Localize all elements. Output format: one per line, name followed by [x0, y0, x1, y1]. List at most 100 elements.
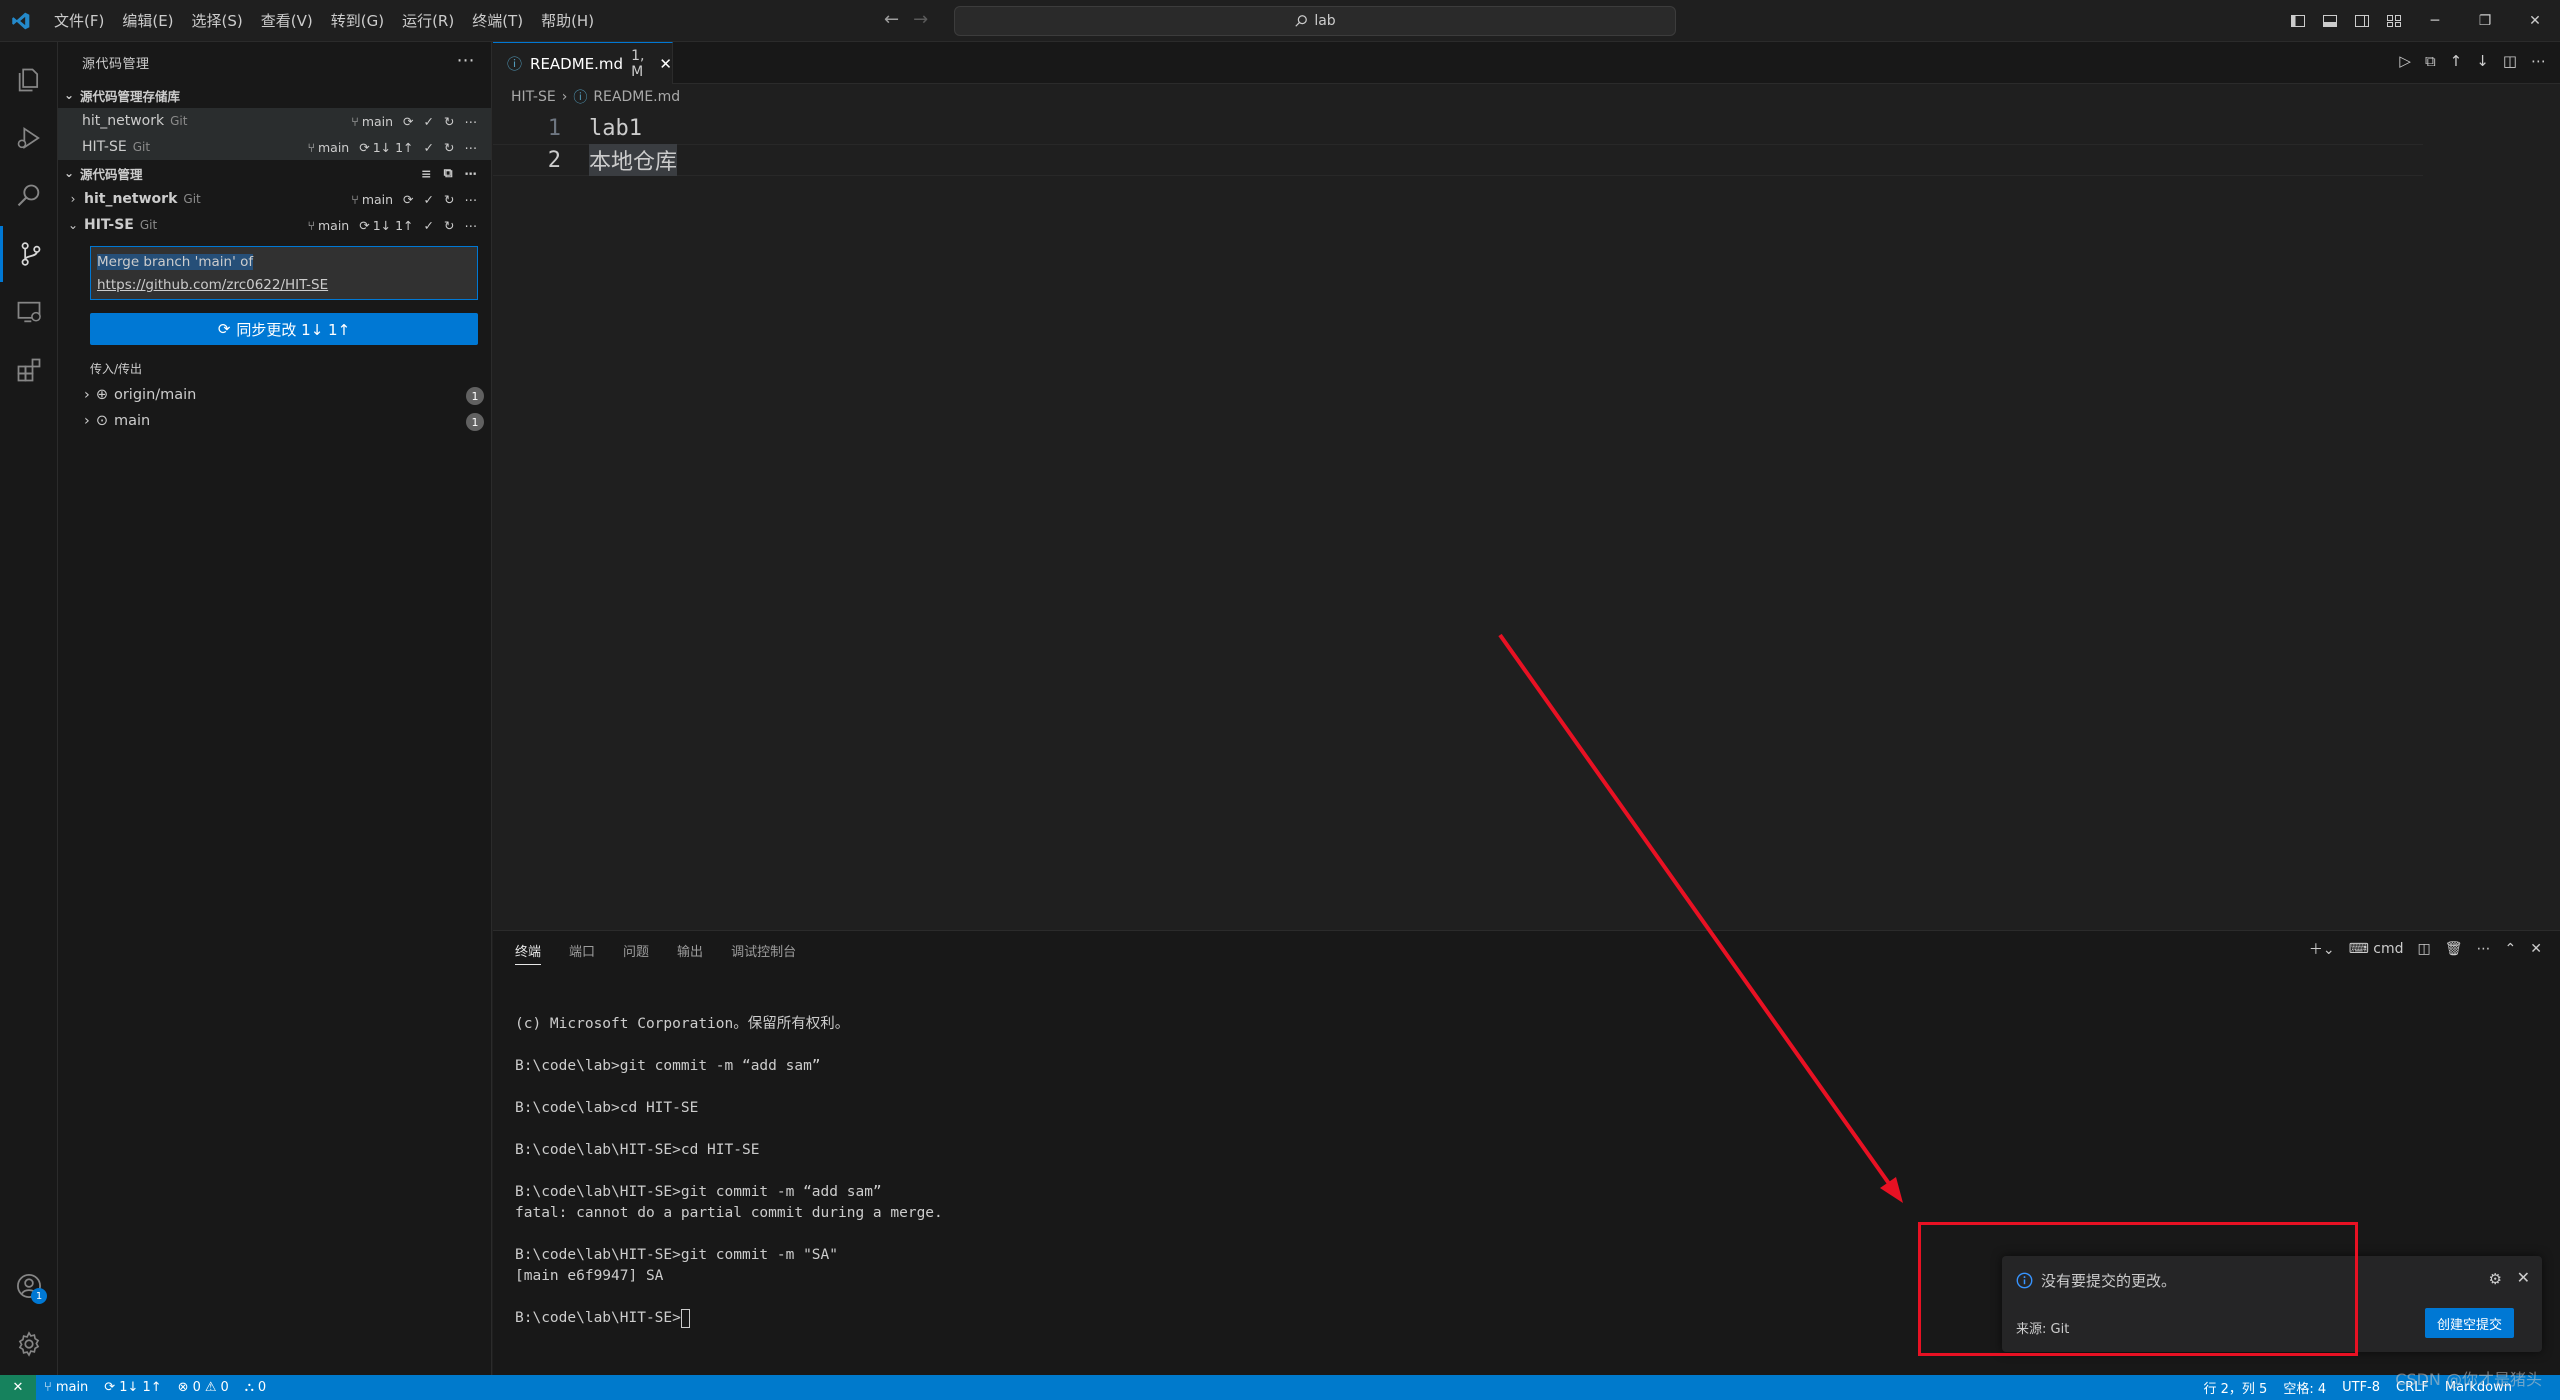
- restore-icon[interactable]: ❐: [2460, 0, 2510, 42]
- refresh-icon[interactable]: ↻: [444, 192, 454, 207]
- menu-run[interactable]: 运行(R): [394, 6, 462, 35]
- menu-terminal[interactable]: 终端(T): [464, 6, 531, 35]
- changes-section-header[interactable]: ⌄ 源代码管理 ≡ ⧉ ⋯: [58, 160, 491, 186]
- sync-indicator[interactable]: ⟳ 1↓ 1↑: [359, 218, 413, 233]
- remote-explorer-icon[interactable]: [0, 284, 58, 340]
- search-icon: [1295, 15, 1308, 27]
- status-ports[interactable]: ⛬ 0: [237, 1380, 274, 1395]
- menu-file[interactable]: 文件(F): [46, 6, 112, 35]
- repositories-section-header[interactable]: ⌄ 源代码管理存储库: [58, 82, 491, 108]
- branch-indicator[interactable]: ⑂ main: [351, 114, 393, 129]
- commit-message-input[interactable]: Merge branch 'main' of https://github.co…: [90, 246, 478, 300]
- close-panel-icon[interactable]: ✕: [2530, 941, 2542, 957]
- more-icon[interactable]: ⋯: [465, 218, 478, 233]
- more-icon[interactable]: ⋯: [465, 140, 478, 155]
- search-view-icon[interactable]: [0, 168, 58, 224]
- open-preview-icon[interactable]: ⧉: [2425, 52, 2436, 70]
- tab-terminal[interactable]: 终端: [515, 941, 542, 965]
- branch-name: main: [317, 139, 350, 155]
- menu-selection[interactable]: 选择(S): [184, 6, 251, 35]
- branch-indicator[interactable]: ⑂ main: [307, 140, 349, 155]
- sync-icon[interactable]: ⟳: [403, 192, 413, 207]
- tab-problems[interactable]: 问题: [623, 941, 649, 965]
- commit-check-icon[interactable]: ✓: [424, 192, 434, 207]
- terminal-shell-indicator[interactable]: ⌨ cmd: [2349, 941, 2404, 957]
- menu-go[interactable]: 转到(G): [323, 6, 392, 35]
- toggle-panel-icon[interactable]: [2314, 0, 2346, 42]
- breadcrumb-file[interactable]: README.md: [593, 89, 680, 105]
- kill-terminal-icon[interactable]: 🗑: [2445, 941, 2463, 957]
- close-window-icon[interactable]: ✕: [2510, 0, 2560, 42]
- menu-help[interactable]: 帮助(H): [533, 6, 602, 35]
- toggle-secondary-sidebar-icon[interactable]: [2346, 0, 2378, 42]
- maximize-panel-icon[interactable]: ⌃: [2505, 941, 2517, 957]
- new-terminal-icon[interactable]: ＋⌄: [2309, 939, 2335, 959]
- editor-scrollbar[interactable]: [2546, 110, 2560, 930]
- run-icon[interactable]: ▷: [2399, 52, 2411, 70]
- customize-layout-icon[interactable]: [2378, 0, 2410, 42]
- more-icon[interactable]: ⋯: [465, 114, 478, 129]
- repo-row-hit-se[interactable]: HIT-SE Git ⑂ main ⟳ 1↓ 1↑ ✓ ↻ ⋯: [58, 134, 491, 160]
- source-control-icon[interactable]: [0, 226, 58, 282]
- sync-indicator[interactable]: ⟳ 1↓ 1↑: [359, 140, 413, 155]
- notification-settings-gear-icon[interactable]: ⚙: [2489, 1270, 2502, 1288]
- group-row-hit-network[interactable]: › hit_network Git ⑂ main ⟳ ✓ ↻ ⋯: [58, 186, 491, 212]
- commit-check-icon[interactable]: ✓: [424, 218, 434, 233]
- outgoing-main[interactable]: › ⊙ main 1: [84, 408, 484, 434]
- more-icon[interactable]: ⋯: [2477, 941, 2491, 957]
- refresh-icon[interactable]: ↻: [444, 114, 454, 129]
- create-empty-commit-button[interactable]: 创建空提交: [2424, 1308, 2514, 1338]
- split-terminal-icon[interactable]: ◫: [2418, 941, 2431, 957]
- tab-debug-console[interactable]: 调试控制台: [731, 941, 796, 965]
- commit-message-url[interactable]: https://github.com/zrc0622/HIT-SE: [97, 277, 328, 293]
- toggle-primary-sidebar-icon[interactable]: [2282, 0, 2314, 42]
- breadcrumb-folder[interactable]: HIT-SE: [511, 89, 556, 105]
- terminal-output[interactable]: (c) Microsoft Corporation。保留所有权利。 B:\cod…: [515, 993, 943, 1371]
- command-center-search[interactable]: lab: [954, 6, 1676, 36]
- group-row-hit-se[interactable]: ⌄ HIT-SE Git ⑂ main ⟳ 1↓ 1↑ ✓ ↻ ⋯: [58, 212, 491, 238]
- sync-changes-button[interactable]: ⟳ 同步更改 1↓ 1↑: [90, 313, 478, 345]
- extensions-icon[interactable]: [0, 342, 58, 398]
- commit-check-icon[interactable]: ✓: [424, 140, 434, 155]
- more-actions-icon[interactable]: ⋯: [457, 50, 476, 71]
- repo-row-hit-network[interactable]: hit_network Git ⑂ main ⟳ ✓ ↻ ⋯: [58, 108, 491, 134]
- minimize-icon[interactable]: ─: [2410, 0, 2460, 42]
- incoming-origin-main[interactable]: › ⊕ origin/main 1: [84, 382, 484, 408]
- close-tab-icon[interactable]: ✕: [659, 55, 672, 73]
- back-arrow-icon[interactable]: ←: [884, 9, 899, 30]
- sync-icon[interactable]: ⟳: [403, 114, 413, 129]
- notification-close-icon[interactable]: ✕: [2517, 1268, 2530, 1287]
- branch-indicator[interactable]: ⑂ main: [351, 192, 393, 207]
- view-as-list-icon[interactable]: ≡: [421, 166, 431, 181]
- previous-change-icon[interactable]: ↑: [2450, 52, 2463, 70]
- more-icon[interactable]: ⋯: [465, 192, 478, 207]
- explorer-icon[interactable]: [0, 52, 58, 108]
- forward-arrow-icon[interactable]: →: [913, 9, 928, 30]
- more-icon[interactable]: ⋯: [465, 166, 478, 181]
- run-debug-icon[interactable]: [0, 110, 58, 166]
- status-cursor-position[interactable]: 行 2，列 5: [2196, 1378, 2276, 1397]
- status-problems[interactable]: ⊗ 0 ⚠ 0: [170, 1380, 237, 1395]
- commit-check-icon[interactable]: ✓: [424, 114, 434, 129]
- status-sync[interactable]: ⟳ 1↓ 1↑: [96, 1380, 169, 1395]
- refresh-icon[interactable]: ↻: [444, 218, 454, 233]
- collapse-all-icon[interactable]: ⧉: [444, 165, 453, 181]
- remote-indicator-icon[interactable]: ✕: [0, 1375, 36, 1400]
- tab-output[interactable]: 输出: [677, 941, 703, 965]
- group-kind: Git: [183, 192, 201, 206]
- status-indentation[interactable]: 空格: 4: [2275, 1378, 2334, 1397]
- status-encoding[interactable]: UTF-8: [2334, 1380, 2388, 1395]
- accounts-icon[interactable]: 1: [0, 1258, 58, 1314]
- menu-view[interactable]: 查看(V): [253, 6, 321, 35]
- status-branch[interactable]: ⑂ main: [36, 1380, 96, 1395]
- code-editor[interactable]: 1 lab1 2 本地仓库: [493, 110, 2560, 930]
- split-editor-icon[interactable]: ◫: [2503, 52, 2517, 70]
- tab-readme[interactable]: ⓘ README.md 1, M ✕: [493, 42, 673, 84]
- next-change-icon[interactable]: ↓: [2476, 52, 2489, 70]
- tab-ports[interactable]: 端口: [569, 941, 595, 965]
- branch-indicator[interactable]: ⑂ main: [307, 218, 349, 233]
- menu-edit[interactable]: 编辑(E): [114, 6, 181, 35]
- manage-gear-icon[interactable]: [0, 1316, 58, 1372]
- refresh-icon[interactable]: ↻: [444, 140, 454, 155]
- more-icon[interactable]: ⋯: [2531, 52, 2546, 70]
